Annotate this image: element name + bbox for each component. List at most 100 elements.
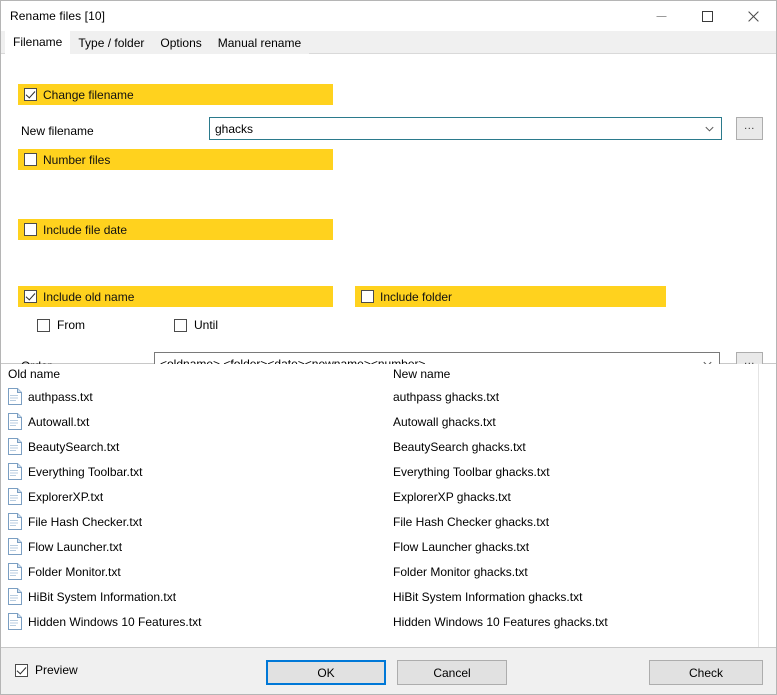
tab-manual-rename[interactable]: Manual rename (209, 33, 310, 54)
old-name-text: File Hash Checker.txt (28, 514, 143, 529)
number-files-checkbox[interactable] (24, 153, 37, 166)
new-name-text: ExplorerXP ghacks.txt (393, 489, 511, 504)
text-file-icon (7, 538, 23, 555)
table-row[interactable]: File Hash Checker.txt File Hash Checker … (1, 509, 776, 534)
new-name-text: Folder Monitor ghacks.txt (393, 564, 528, 579)
number-files-row[interactable]: Number files (18, 149, 333, 170)
old-name-text: HiBit System Information.txt (28, 589, 177, 604)
maximize-icon[interactable] (684, 1, 730, 31)
old-name-text: authpass.txt (28, 389, 93, 404)
table-row[interactable]: Hidden Windows 10 Features.txt Hidden Wi… (1, 609, 776, 634)
preview-row[interactable]: Preview (15, 663, 78, 677)
new-filename-value: ghacks (215, 121, 254, 136)
rename-files-window: Rename files [10] Filename Type / folder… (0, 0, 777, 695)
tab-options[interactable]: Options (152, 33, 210, 54)
window-controls (638, 1, 776, 31)
new-name-text: BeautySearch ghacks.txt (393, 439, 526, 454)
old-name-text: Folder Monitor.txt (28, 564, 121, 579)
old-name-text: Flow Launcher.txt (28, 539, 123, 554)
table-row[interactable]: Folder Monitor.txt Folder Monitor ghacks… (1, 559, 776, 584)
table-row[interactable]: ExplorerXP.txt ExplorerXP ghacks.txt (1, 484, 776, 509)
list-header: Old name New name (1, 364, 776, 384)
filename-options-panel: Change filename New filename ghacks ... … (1, 54, 776, 375)
cell-old-name: BeautySearch.txt (1, 438, 386, 455)
text-file-icon (7, 388, 23, 405)
preview-label: Preview (35, 663, 78, 677)
old-name-text: BeautySearch.txt (28, 439, 120, 454)
include-folder-checkbox[interactable] (361, 290, 374, 303)
new-name-text: Autowall ghacks.txt (393, 414, 496, 429)
check-button[interactable]: Check (649, 660, 763, 685)
cell-old-name: Hidden Windows 10 Features.txt (1, 613, 386, 630)
cancel-button[interactable]: Cancel (397, 660, 507, 685)
table-row[interactable]: Autowall.txt Autowall ghacks.txt (1, 409, 776, 434)
table-row[interactable]: Flow Launcher.txt Flow Launcher ghacks.t… (1, 534, 776, 559)
title-bar: Rename files [10] (1, 1, 776, 31)
text-file-icon (7, 613, 23, 630)
include-old-name-checkbox[interactable] (24, 290, 37, 303)
new-filename-browse-button[interactable]: ... (736, 117, 763, 140)
include-file-date-label: Include file date (43, 222, 128, 237)
include-file-date-row[interactable]: Include file date (18, 219, 333, 240)
text-file-icon (7, 413, 23, 430)
new-name-text: authpass ghacks.txt (393, 389, 500, 404)
change-filename-row[interactable]: Change filename (18, 84, 333, 105)
cell-old-name: Everything Toolbar.txt (1, 463, 386, 480)
cell-old-name: Autowall.txt (1, 413, 386, 430)
text-file-icon (7, 563, 23, 580)
from-label: From (57, 318, 85, 332)
tab-filename[interactable]: Filename (5, 31, 71, 54)
chevron-down-icon[interactable] (705, 124, 714, 133)
column-header-old-name[interactable]: Old name (1, 364, 386, 384)
include-old-name-row[interactable]: Include old name (18, 286, 333, 307)
preview-checkbox[interactable] (15, 663, 28, 677)
new-filename-input[interactable]: ghacks (209, 117, 722, 140)
include-folder-label: Include folder (380, 289, 453, 304)
text-file-icon (7, 513, 23, 530)
change-filename-label: Change filename (43, 87, 134, 102)
cell-old-name: Folder Monitor.txt (1, 563, 386, 580)
old-name-text: Hidden Windows 10 Features.txt (28, 614, 202, 629)
until-checkbox[interactable] (174, 318, 187, 332)
cell-old-name: HiBit System Information.txt (1, 588, 386, 605)
table-row[interactable]: BeautySearch.txt BeautySearch ghacks.txt (1, 434, 776, 459)
change-filename-checkbox[interactable] (24, 88, 37, 101)
ok-button[interactable]: OK (266, 660, 386, 685)
rename-preview-list[interactable]: Old name New name authpass.txt authpass … (1, 364, 776, 648)
until-row[interactable]: Until (174, 318, 218, 332)
table-row[interactable]: Everything Toolbar.txt Everything Toolba… (1, 459, 776, 484)
old-name-text: ExplorerXP.txt (28, 489, 104, 504)
include-file-date-checkbox[interactable] (24, 223, 37, 236)
cell-old-name: Flow Launcher.txt (1, 538, 386, 555)
number-files-label: Number files (43, 152, 111, 167)
include-old-name-label: Include old name (43, 289, 135, 304)
tab-bar: Filename Type / folder Options Manual re… (1, 31, 776, 54)
new-name-text: Hidden Windows 10 Features ghacks.txt (393, 614, 608, 629)
new-name-text: Flow Launcher ghacks.txt (393, 539, 530, 554)
text-file-icon (7, 588, 23, 605)
list-rows: authpass.txt authpass ghacks.txt Autowal… (1, 384, 776, 634)
cell-old-name: authpass.txt (1, 388, 386, 405)
close-icon[interactable] (730, 1, 776, 31)
new-filename-label: New filename (21, 124, 94, 138)
until-label: Until (194, 318, 219, 332)
cell-old-name: ExplorerXP.txt (1, 488, 386, 505)
tab-type-folder[interactable]: Type / folder (70, 33, 153, 54)
new-name-text: Everything Toolbar ghacks.txt (393, 464, 550, 479)
text-file-icon (7, 438, 23, 455)
new-name-text: HiBit System Information ghacks.txt (393, 589, 583, 604)
window-title: Rename files [10] (10, 9, 106, 23)
table-row[interactable]: authpass.txt authpass ghacks.txt (1, 384, 776, 409)
from-row[interactable]: From (37, 318, 85, 332)
include-folder-row[interactable]: Include folder (355, 286, 666, 307)
minimize-icon[interactable] (638, 1, 684, 31)
text-file-icon (7, 488, 23, 505)
new-name-text: File Hash Checker ghacks.txt (393, 514, 550, 529)
dialog-footer: Preview OK Cancel Check (1, 648, 776, 694)
old-name-text: Autowall.txt (28, 414, 90, 429)
from-checkbox[interactable] (37, 318, 50, 332)
text-file-icon (7, 463, 23, 480)
table-row[interactable]: HiBit System Information.txt HiBit Syste… (1, 584, 776, 609)
old-name-text: Everything Toolbar.txt (28, 464, 143, 479)
column-header-new-name[interactable]: New name (386, 364, 776, 384)
